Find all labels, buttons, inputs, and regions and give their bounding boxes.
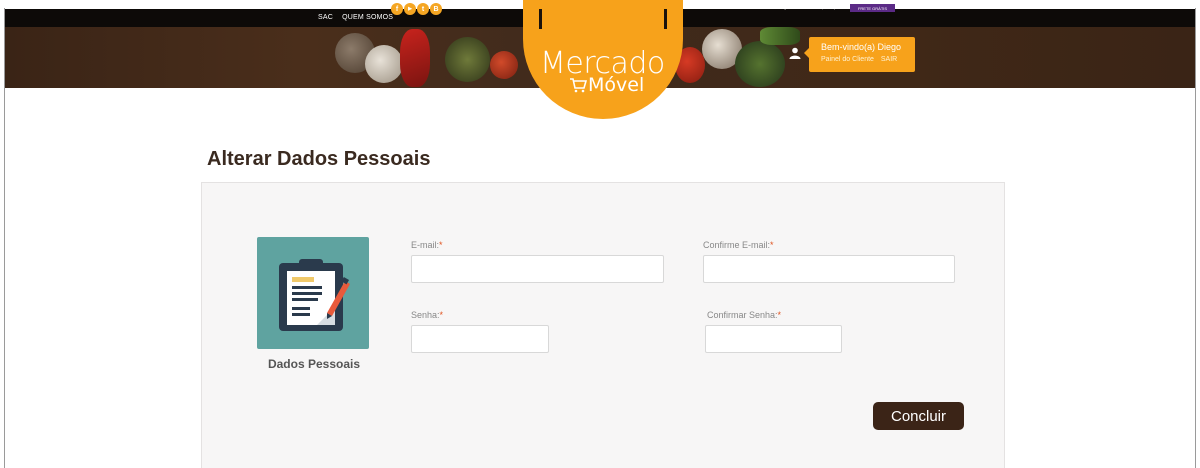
logout-link[interactable]: SAIR (881, 56, 897, 63)
confirm-password-label: Confirmar Senha:* (707, 310, 781, 320)
email-field[interactable] (411, 255, 664, 283)
banner-decoration (490, 51, 518, 79)
social-links: f ▶ t B (391, 3, 442, 15)
youtube-icon[interactable]: ▶ (404, 3, 416, 15)
required-mark: * (439, 310, 444, 320)
quem-somos-link[interactable]: QUEM SOMOS (342, 14, 393, 21)
confirm-email-label: Confirme E-mail:* (703, 240, 774, 250)
logo-hanger (664, 9, 667, 29)
cart-icon (570, 78, 587, 93)
email-label: E-mail:* (411, 240, 443, 250)
top-links: SAC QUEM SOMOS (318, 14, 400, 21)
banner-decoration (445, 37, 490, 82)
required-mark: * (439, 240, 443, 250)
twitter-icon[interactable]: t (417, 3, 429, 15)
account-links: Painel do Cliente SAIR (821, 56, 915, 63)
password-field[interactable] (411, 325, 549, 353)
banner-decoration (400, 29, 430, 87)
facebook-icon[interactable]: f (391, 3, 403, 15)
required-mark: * (777, 310, 782, 320)
submit-button[interactable]: Concluir (873, 402, 964, 430)
password-label: Senha:* (411, 310, 443, 320)
sac-link[interactable]: SAC (318, 14, 333, 21)
confirm-email-label-text: Confirme E-mail: (703, 240, 771, 250)
promo-text: Compras acima de R$ 500,00 (774, 5, 841, 11)
clipboard-icon (279, 259, 350, 331)
promo-badge[interactable]: FRETE GRÁTIS (850, 4, 895, 12)
banner-decoration (760, 27, 800, 45)
confirm-password-field[interactable] (705, 325, 842, 353)
blog-icon[interactable]: B (430, 3, 442, 15)
banner-decoration (365, 45, 403, 83)
page-title: Alterar Dados Pessoais (207, 148, 431, 170)
confirm-email-field[interactable] (703, 255, 955, 283)
customer-panel-link[interactable]: Painel do Cliente (821, 56, 874, 63)
password-label-text: Senha: (411, 310, 440, 320)
profile-card (257, 237, 369, 349)
logo-text-movel[interactable]: Móvel (588, 74, 644, 96)
welcome-text: Bem-vindo(a) Diego (821, 42, 902, 52)
email-label-text: E-mail: (411, 240, 440, 250)
profile-label: Dados Pessoais (267, 357, 361, 371)
user-icon (789, 47, 801, 59)
logo-hanger (539, 9, 542, 29)
banner-decoration (735, 41, 785, 87)
confirm-password-label-text: Confirmar Senha: (707, 310, 778, 320)
welcome-box: Bem-vindo(a) Diego Painel do Cliente SAI… (804, 37, 915, 72)
required-mark: * (770, 240, 774, 250)
